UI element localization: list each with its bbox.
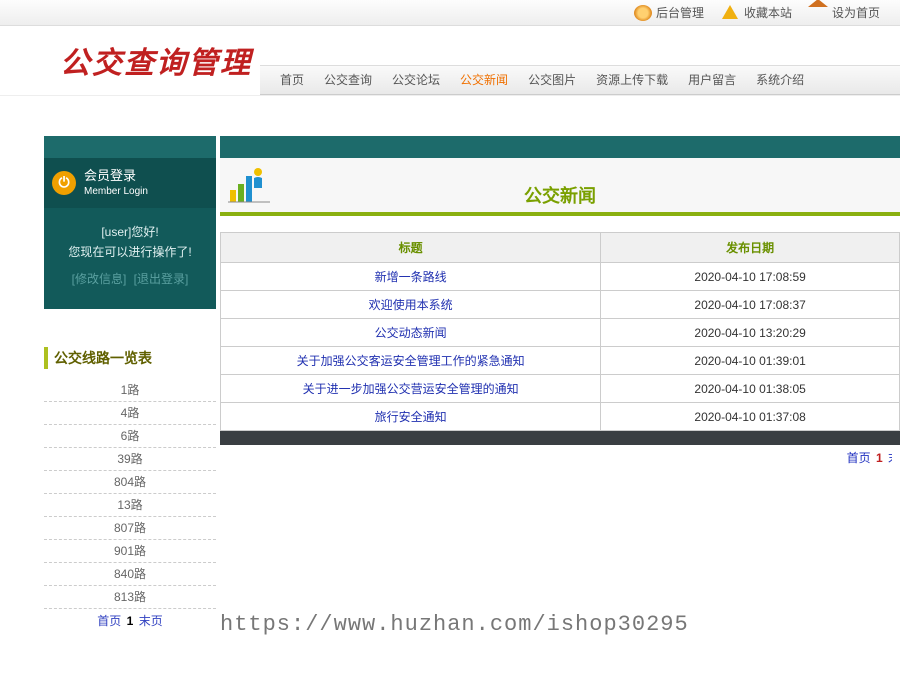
news-date: 2020-04-10 17:08:59 [601, 263, 900, 291]
news-date: 2020-04-10 13:20:29 [601, 319, 900, 347]
routes-pager-last[interactable]: 末页 [139, 614, 163, 628]
login-greeting2: 您现在可以进行操作了! [50, 242, 210, 262]
news-date: 2020-04-10 01:37:08 [601, 403, 900, 431]
main-nav: 首页公交查询公交论坛公交新闻公交图片资源上传下载用户留言系统介绍 [260, 65, 900, 95]
table-row: 公交动态新闻 2020-04-10 13:20:29 [221, 319, 900, 347]
news-link[interactable]: 旅行安全通知 [375, 410, 447, 424]
route-item[interactable]: 13路 [44, 494, 216, 517]
chart-person-icon [228, 166, 270, 204]
news-date: 2020-04-10 17:08:37 [601, 291, 900, 319]
nav-item-1[interactable]: 公交查询 [314, 66, 382, 94]
route-item[interactable]: 807路 [44, 517, 216, 540]
login-header: ⏻ 会员登录 Member Login [44, 158, 216, 208]
nav-item-0[interactable]: 首页 [270, 66, 314, 94]
news-date: 2020-04-10 01:39:01 [601, 347, 900, 375]
login-greeting1: [user]您好! [50, 222, 210, 242]
logout-link[interactable]: [退出登录] [134, 272, 189, 286]
routes-pager-current: 1 [127, 614, 134, 628]
nav-item-2[interactable]: 公交论坛 [382, 66, 450, 94]
page-header: 公交查询管理 首页公交查询公交论坛公交新闻公交图片资源上传下载用户留言系统介绍 [0, 26, 900, 96]
phone-icon [634, 5, 652, 21]
route-item[interactable]: 39路 [44, 448, 216, 471]
power-icon: ⏻ [52, 171, 76, 195]
route-item[interactable]: 804路 [44, 471, 216, 494]
modify-info-link[interactable]: [修改信息] [72, 272, 127, 286]
nav-item-6[interactable]: 用户留言 [678, 66, 746, 94]
nav-item-5[interactable]: 资源上传下载 [586, 66, 678, 94]
route-item[interactable]: 4路 [44, 402, 216, 425]
news-link[interactable]: 公交动态新闻 [375, 326, 447, 340]
main-content: 公交新闻 标题 发布日期 新增一条路线2020-04-10 17:08:59欢迎… [220, 136, 900, 633]
login-title-en: Member Login [84, 185, 148, 198]
sidebar: ⏻ 会员登录 Member Login [user]您好! 您现在可以进行操作了… [44, 136, 216, 633]
site-logo: 公交查询管理 [60, 38, 252, 82]
routes-pager-first[interactable]: 首页 [97, 614, 121, 628]
top-utility-bar: 后台管理 收藏本站 设为首页 [0, 0, 900, 26]
news-date: 2020-04-10 01:38:05 [601, 375, 900, 403]
sethome-link[interactable]: 设为首页 [810, 4, 880, 21]
news-link[interactable]: 欢迎使用本系统 [369, 298, 453, 312]
news-link[interactable]: 关于加强公交客运安全管理工作的紧急通知 [297, 354, 525, 368]
table-row: 关于加强公交客运安全管理工作的紧急通知 2020-04-10 01:39:01 [221, 347, 900, 375]
news-table: 标题 发布日期 新增一条路线2020-04-10 17:08:59欢迎使用本系统… [220, 232, 900, 431]
admin-link[interactable]: 后台管理 [634, 4, 704, 21]
route-item[interactable]: 901路 [44, 540, 216, 563]
content-pager-current: 1 [876, 451, 883, 465]
table-footer-bar [220, 431, 900, 445]
star-icon [722, 5, 738, 19]
content-header: 公交新闻 [220, 158, 900, 216]
nav-item-4[interactable]: 公交图片 [518, 66, 586, 94]
routes-panel-title: 公交线路一览表 [44, 347, 216, 369]
login-title-cn: 会员登录 [84, 168, 148, 185]
route-item[interactable]: 840路 [44, 563, 216, 586]
route-item[interactable]: 6路 [44, 425, 216, 448]
content-pager-first[interactable]: 首页 [847, 451, 871, 465]
col-date: 发布日期 [601, 233, 900, 263]
content-title: 公交新闻 [524, 182, 596, 208]
routes-list: 1路4路6路39路804路13路807路901路840路813路 [44, 379, 216, 609]
route-item[interactable]: 1路 [44, 379, 216, 402]
favorite-link[interactable]: 收藏本站 [722, 4, 792, 21]
col-title: 标题 [221, 233, 601, 263]
table-row: 欢迎使用本系统 2020-04-10 17:08:37 [221, 291, 900, 319]
news-link[interactable]: 关于进一步加强公交营运安全管理的通知 [303, 382, 519, 396]
sidebar-top-strip [44, 136, 216, 158]
content-pager: 首页 1 末页 [220, 445, 900, 466]
nav-item-7[interactable]: 系统介绍 [746, 66, 814, 94]
content-top-strip [220, 136, 900, 158]
favorite-label: 收藏本站 [744, 4, 792, 21]
content-pager-last[interactable]: 末页 [888, 451, 892, 465]
bus-routes-panel: 公交线路一览表 1路4路6路39路804路13路807路901路840路813路… [44, 347, 216, 633]
route-item[interactable]: 813路 [44, 586, 216, 609]
news-link[interactable]: 新增一条路线 [375, 270, 447, 284]
sethome-label: 设为首页 [832, 4, 880, 21]
nav-item-3[interactable]: 公交新闻 [450, 66, 518, 94]
routes-pager: 首页 1 末页 [44, 609, 216, 633]
member-login-panel: ⏻ 会员登录 Member Login [user]您好! 您现在可以进行操作了… [44, 158, 216, 309]
table-row: 关于进一步加强公交营运安全管理的通知 2020-04-10 01:38:05 [221, 375, 900, 403]
admin-label: 后台管理 [656, 4, 704, 21]
table-row: 新增一条路线 2020-04-10 17:08:59 [221, 263, 900, 291]
table-row: 旅行安全通知 2020-04-10 01:37:08 [221, 403, 900, 431]
